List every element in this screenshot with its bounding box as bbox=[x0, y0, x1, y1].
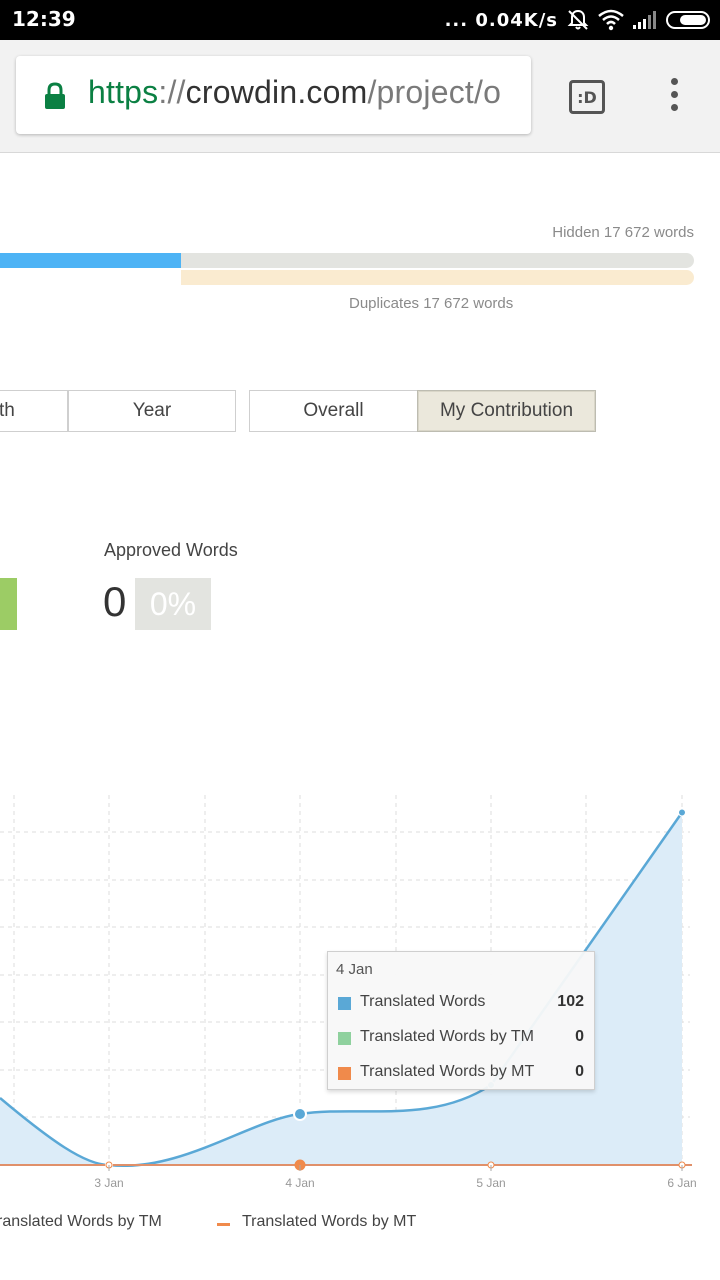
tooltip-row-tm: Translated Words by TM 0 bbox=[338, 1028, 584, 1048]
legend-mt-swatch bbox=[217, 1223, 230, 1226]
translated-percent-badge bbox=[0, 578, 17, 630]
tooltip-value-mt: 0 bbox=[575, 1063, 584, 1080]
wifi-icon bbox=[598, 9, 624, 31]
tooltip-row-mt: Translated Words by MT 0 bbox=[338, 1063, 584, 1083]
address-bar[interactable]: https://crowdin.com/project/o bbox=[16, 56, 531, 134]
status-icons: ... 0.04K/s bbox=[445, 6, 710, 34]
duplicates-words-label: Duplicates 17 672 words bbox=[349, 295, 514, 312]
approved-words-label: Approved Words bbox=[104, 540, 238, 560]
battery-icon bbox=[666, 11, 710, 29]
point-translated-3 bbox=[678, 808, 686, 817]
url-text: https://crowdin.com/project/o bbox=[88, 74, 501, 111]
tooltip-name-translated: Translated Words bbox=[360, 993, 486, 1010]
status-bar: 12:39 ... 0.04K/s bbox=[0, 0, 720, 40]
progress-translated-fill bbox=[0, 253, 181, 268]
chart-x-ticks: 3 Jan 4 Jan 5 Jan 6 Jan bbox=[94, 1165, 697, 1190]
my-contribution-button[interactable]: My Contribution bbox=[417, 390, 596, 432]
period-month-label: th bbox=[0, 400, 15, 421]
overall-label: Overall bbox=[303, 400, 364, 421]
tooltip-swatch-translated bbox=[338, 997, 351, 1010]
url-scheme: https bbox=[88, 74, 159, 110]
overflow-menu-icon[interactable] bbox=[664, 78, 684, 118]
lock-icon bbox=[45, 82, 65, 109]
tab-switcher-button[interactable]: :D bbox=[569, 80, 605, 114]
point-translated-1 bbox=[293, 1107, 307, 1121]
chart-tooltip: 4 Jan Translated Words 102 Translated Wo… bbox=[327, 951, 595, 1090]
url-path: /project/o bbox=[367, 74, 502, 110]
tooltip-date: 4 Jan bbox=[336, 961, 373, 978]
progress-duplicates-bar bbox=[181, 270, 694, 285]
tooltip-swatch-tm bbox=[338, 1032, 351, 1045]
x-tick-label-1: 4 Jan bbox=[285, 1176, 314, 1190]
tooltip-row-translated: Translated Words 102 bbox=[338, 993, 584, 1013]
overall-button[interactable]: Overall bbox=[249, 390, 418, 432]
period-month-button[interactable]: th bbox=[0, 390, 68, 432]
url-separator: :// bbox=[158, 74, 186, 110]
legend-item-tm[interactable]: ranslated Words by TM bbox=[0, 1213, 162, 1231]
approved-words-percent: 0% bbox=[135, 578, 211, 630]
signal-icon bbox=[633, 11, 656, 29]
tooltip-value-translated: 102 bbox=[557, 993, 584, 1010]
browser-toolbar: https://crowdin.com/project/o :D bbox=[0, 40, 720, 153]
period-year-button[interactable]: Year bbox=[68, 390, 236, 432]
network-speed: ... 0.04K/s bbox=[444, 9, 558, 31]
bell-off-icon bbox=[567, 9, 589, 30]
my-contribution-label: My Contribution bbox=[439, 400, 574, 421]
tooltip-value-tm: 0 bbox=[575, 1028, 584, 1045]
tooltip-name-tm: Translated Words by TM bbox=[360, 1028, 534, 1045]
hidden-words-label: Hidden 17 672 words bbox=[552, 224, 694, 241]
period-year-label: Year bbox=[132, 400, 172, 421]
status-time: 12:39 bbox=[12, 7, 76, 31]
legend-item-mt[interactable]: Translated Words by MT bbox=[242, 1213, 416, 1231]
approved-words-value: 0 bbox=[103, 578, 127, 625]
tooltip-name-mt: Translated Words by MT bbox=[360, 1063, 535, 1080]
x-tick-label-0: 3 Jan bbox=[94, 1176, 123, 1190]
x-tick-label-2: 5 Jan bbox=[476, 1176, 505, 1190]
x-tick-label-3: 6 Jan bbox=[667, 1176, 696, 1190]
url-host: crowdin.com bbox=[185, 74, 368, 110]
tooltip-swatch-mt bbox=[338, 1067, 351, 1080]
